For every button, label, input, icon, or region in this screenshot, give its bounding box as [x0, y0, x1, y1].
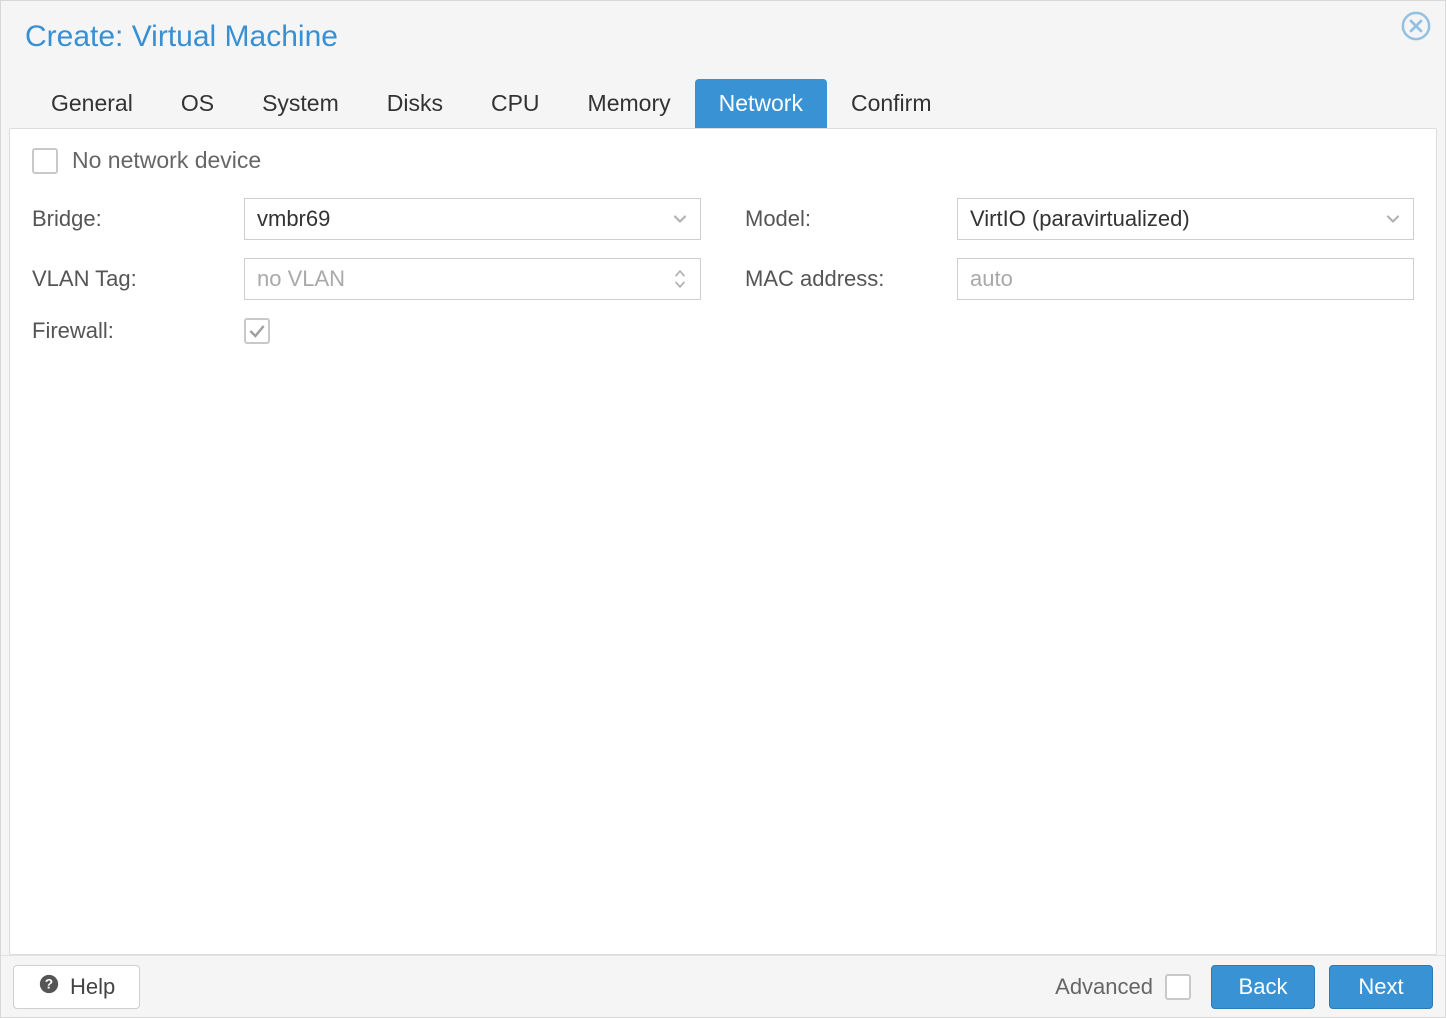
- help-icon: ?: [38, 973, 60, 1001]
- dialog-title: Create: Virtual Machine: [25, 20, 338, 54]
- svg-text:?: ?: [45, 976, 53, 991]
- dialog-body: No network device Bridge: vmbr69 Model:: [9, 128, 1437, 955]
- vlan-row: VLAN Tag: no VLAN: [32, 258, 701, 300]
- no-network-row: No network device: [32, 147, 1414, 174]
- model-value: VirtIO (paravirtualized): [970, 206, 1190, 232]
- close-icon[interactable]: [1401, 11, 1431, 41]
- tab-memory[interactable]: Memory: [564, 79, 695, 128]
- dialog-header: Create: Virtual Machine: [1, 1, 1445, 61]
- form-grid: Bridge: vmbr69 Model: VirtIO (paravirtua…: [32, 198, 1414, 300]
- next-button[interactable]: Next: [1329, 965, 1433, 1009]
- firewall-label: Firewall:: [32, 318, 244, 344]
- help-label: Help: [70, 974, 115, 1000]
- vlan-label: VLAN Tag:: [32, 266, 244, 292]
- advanced-toggle: Advanced: [1055, 974, 1191, 1000]
- tab-system[interactable]: System: [238, 79, 363, 128]
- firewall-checkbox[interactable]: [244, 318, 270, 344]
- bridge-row: Bridge: vmbr69: [32, 198, 701, 240]
- advanced-checkbox[interactable]: [1165, 974, 1191, 1000]
- chevron-down-icon: [670, 209, 690, 229]
- bridge-select[interactable]: vmbr69: [244, 198, 701, 240]
- chevron-down-icon: [1383, 209, 1403, 229]
- no-network-checkbox[interactable]: [32, 148, 58, 174]
- tab-confirm[interactable]: Confirm: [827, 79, 956, 128]
- dialog-footer: ? Help Advanced Back Next: [1, 955, 1445, 1017]
- mac-input[interactable]: auto: [957, 258, 1414, 300]
- mac-placeholder: auto: [970, 266, 1013, 292]
- tab-network[interactable]: Network: [695, 79, 827, 128]
- model-select[interactable]: VirtIO (paravirtualized): [957, 198, 1414, 240]
- firewall-row: Firewall:: [32, 318, 1414, 344]
- model-label: Model:: [745, 206, 957, 232]
- tab-general[interactable]: General: [27, 79, 157, 128]
- vlan-input[interactable]: no VLAN: [244, 258, 701, 300]
- tab-os[interactable]: OS: [157, 79, 238, 128]
- mac-label: MAC address:: [745, 266, 957, 292]
- bridge-value: vmbr69: [257, 206, 330, 232]
- vlan-placeholder: no VLAN: [257, 266, 345, 292]
- tab-bar: General OS System Disks CPU Memory Netwo…: [1, 61, 1445, 128]
- spinner-icon: [672, 268, 688, 290]
- advanced-label: Advanced: [1055, 974, 1153, 1000]
- mac-row: MAC address: auto: [745, 258, 1414, 300]
- help-button[interactable]: ? Help: [13, 965, 140, 1009]
- tab-disks[interactable]: Disks: [363, 79, 467, 128]
- bridge-label: Bridge:: [32, 206, 244, 232]
- tab-cpu[interactable]: CPU: [467, 79, 564, 128]
- no-network-label: No network device: [72, 147, 261, 174]
- create-vm-dialog: Create: Virtual Machine General OS Syste…: [0, 0, 1446, 1018]
- model-row: Model: VirtIO (paravirtualized): [745, 198, 1414, 240]
- back-button[interactable]: Back: [1211, 965, 1315, 1009]
